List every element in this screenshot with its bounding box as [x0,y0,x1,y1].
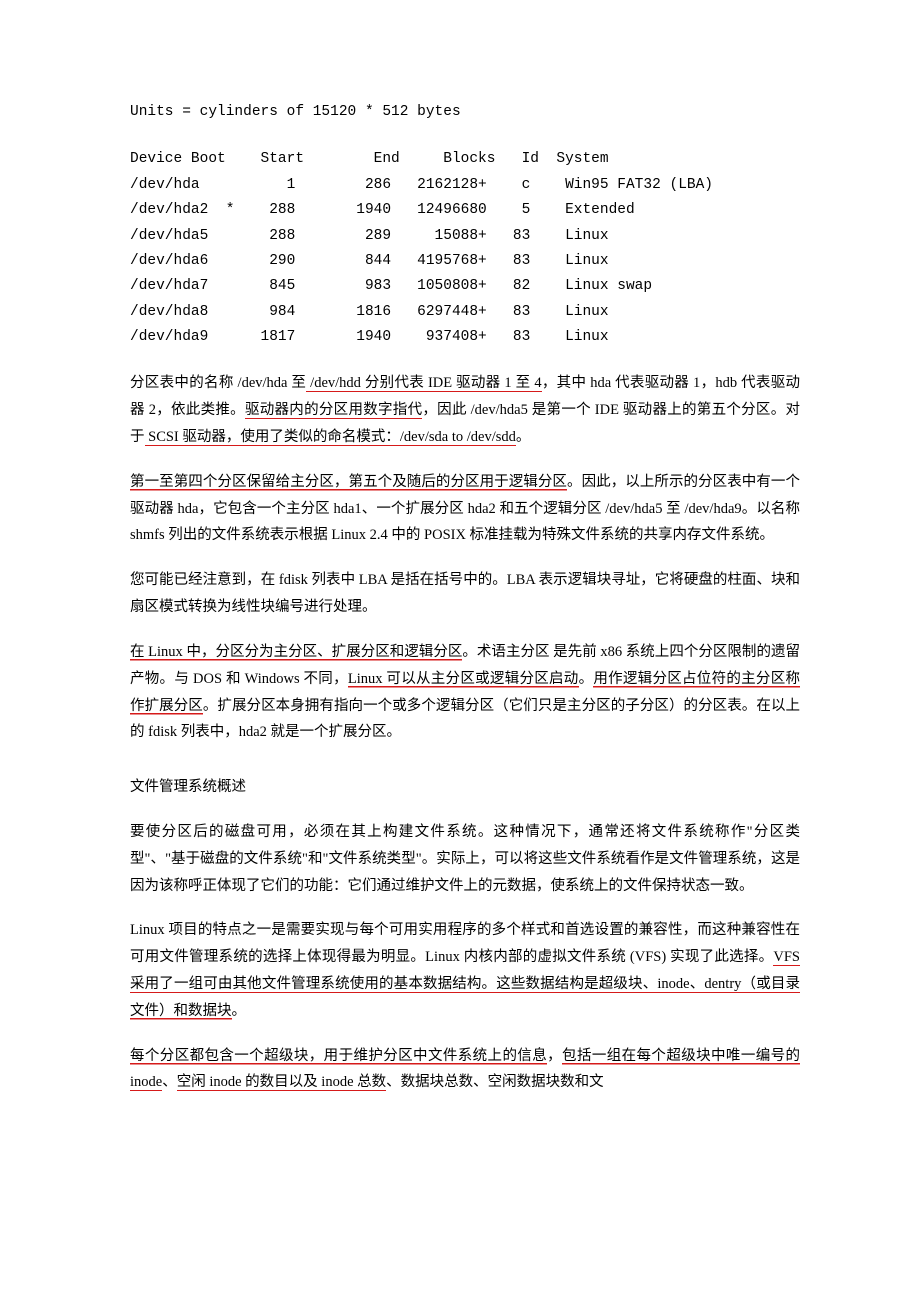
underline-text: 在 Linux 中，分区分为主分区、扩展分区和逻辑分区 [130,644,462,661]
partition-table: Device Boot Start End Blocks Id System /… [130,147,800,350]
underline-text: 第一至第四个分区保留给主分区，第五个及随后的分区用于逻辑分区 [130,474,567,491]
paragraph-2: 第一至第四个分区保留给主分区，第五个及随后的分区用于逻辑分区。因此，以上所示的分… [130,469,800,549]
underline-text: SCSI 驱动器，使用了类似的命名模式：/dev/sda to /dev/sdd [145,429,516,446]
text: 。 [579,671,594,687]
text: 。 [232,1003,247,1019]
text: 、 [162,1074,177,1090]
paragraph-1: 分区表中的名称 /dev/hda 至 /dev/hdd 分别代表 IDE 驱动器… [130,370,800,450]
paragraph-4: 在 Linux 中，分区分为主分区、扩展分区和逻辑分区。术语主分区 是先前 x8… [130,639,800,746]
underline-text: /dev/hdd 分别代表 IDE 驱动器 1 至 4 [306,375,541,392]
heading-2: 文件管理系统概述 [130,774,800,801]
paragraph-5: 要使分区后的磁盘可用，必须在其上构建文件系统。这种情况下，通常还将文件系统称作"… [130,819,800,899]
underline-text: 驱动器内的分区用数字指代 [245,402,422,419]
text: Linux 项目的特点之一是需要实现与每个可用实用程序的多个样式和首选设置的兼容… [130,922,800,965]
text: 。扩展分区本身拥有指向一个或多个逻辑分区（它们只是主分区的子分区）的分区表。在以… [130,698,800,741]
paragraph-3: 您可能已经注意到，在 fdisk 列表中 LBA 是括在括号中的。LBA 表示逻… [130,567,800,621]
underline-text: 每个分区都包含一个超级块，用于维护分区中文件系统上的信息 [130,1048,547,1065]
text: 、数据块总数、空闲数据块数和文 [386,1074,604,1090]
underline-text: 空闲 inode 的数目以及 inode 总数 [177,1074,386,1091]
underline-text: Linux 可以从主分区或逻辑分区启动 [348,671,579,688]
paragraph-7: 每个分区都包含一个超级块，用于维护分区中文件系统上的信息，包括一组在每个超级块中… [130,1043,800,1097]
text: 分区表中的名称 /dev/hda 至 [130,375,306,391]
text: ， [547,1048,562,1064]
units-line: Units = cylinders of 15120 * 512 bytes [130,100,800,125]
text: 。 [516,429,531,445]
paragraph-6: Linux 项目的特点之一是需要实现与每个可用实用程序的多个样式和首选设置的兼容… [130,917,800,1024]
